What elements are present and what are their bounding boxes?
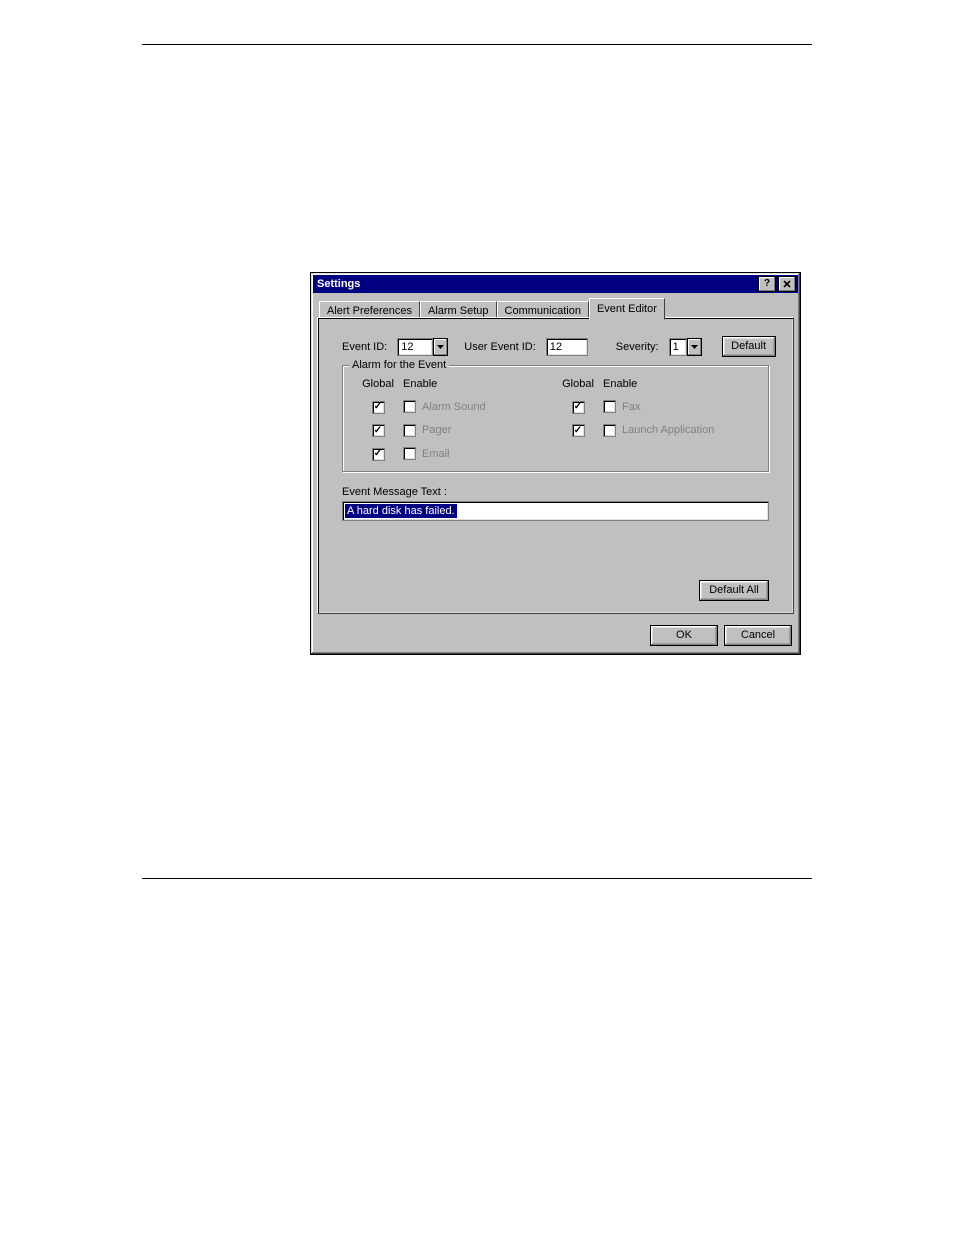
- help-button[interactable]: ?: [758, 276, 776, 292]
- enable-email-checkbox[interactable]: [403, 447, 416, 460]
- global-alarm-sound-checkbox[interactable]: [372, 401, 385, 414]
- user-event-id-field[interactable]: [546, 338, 588, 356]
- chevron-down-icon: [691, 345, 698, 349]
- global-fax-checkbox[interactable]: [572, 401, 585, 414]
- divider-bottom: [142, 878, 812, 879]
- launch-app-label: Launch Application: [622, 424, 714, 436]
- event-id-dropdown[interactable]: [397, 338, 448, 356]
- col-header-enable-1: Enable: [403, 378, 553, 390]
- tab-panel-event-editor: Event ID: User Event ID: Severity:: [317, 317, 794, 614]
- event-message-section: Event Message Text : A hard disk has fai…: [342, 486, 769, 521]
- global-launch-app-checkbox[interactable]: [572, 424, 585, 437]
- user-event-id-label: User Event ID:: [464, 341, 536, 353]
- window-title: Settings: [317, 275, 756, 293]
- global-pager-checkbox[interactable]: [372, 424, 385, 437]
- default-button[interactable]: Default: [722, 336, 776, 357]
- enable-alarm-sound-checkbox[interactable]: [403, 400, 416, 413]
- chevron-down-icon: [437, 345, 444, 349]
- severity-dropdown[interactable]: [669, 338, 702, 356]
- cancel-button[interactable]: Cancel: [724, 625, 792, 646]
- email-label: Email: [422, 448, 450, 460]
- fax-label: Fax: [622, 401, 640, 413]
- severity-label: Severity:: [616, 341, 659, 353]
- alarm-sound-label: Alarm Sound: [422, 401, 486, 413]
- tab-event-editor[interactable]: Event Editor: [589, 298, 665, 320]
- severity-field[interactable]: [669, 338, 687, 356]
- severity-dropdown-button[interactable]: [687, 338, 702, 356]
- settings-dialog: Settings ? Alert Preferences Alarm Setup…: [310, 272, 801, 655]
- pager-label: Pager: [422, 424, 451, 436]
- global-email-checkbox[interactable]: [372, 448, 385, 461]
- event-id-dropdown-button[interactable]: [433, 338, 448, 356]
- ok-button[interactable]: OK: [650, 625, 718, 646]
- col-header-global-2: Global: [553, 378, 603, 390]
- group-legend: Alarm for the Event: [349, 359, 449, 371]
- event-message-input[interactable]: A hard disk has failed.: [342, 501, 769, 521]
- enable-pager-checkbox[interactable]: [403, 424, 416, 437]
- col-header-enable-2: Enable: [603, 378, 763, 390]
- close-button[interactable]: [778, 276, 796, 292]
- event-id-field[interactable]: [397, 338, 433, 356]
- titlebar: Settings ?: [313, 275, 798, 293]
- event-message-text: A hard disk has failed.: [345, 504, 457, 518]
- enable-fax-checkbox[interactable]: [603, 400, 616, 413]
- event-id-label: Event ID:: [342, 341, 387, 353]
- col-header-global-1: Global: [353, 378, 403, 390]
- alarm-for-event-group: Alarm for the Event Global Enable Global…: [342, 365, 769, 472]
- divider-top: [142, 44, 812, 45]
- enable-launch-app-checkbox[interactable]: [603, 424, 616, 437]
- event-message-label: Event Message Text :: [342, 486, 769, 498]
- default-all-button[interactable]: Default All: [699, 580, 769, 601]
